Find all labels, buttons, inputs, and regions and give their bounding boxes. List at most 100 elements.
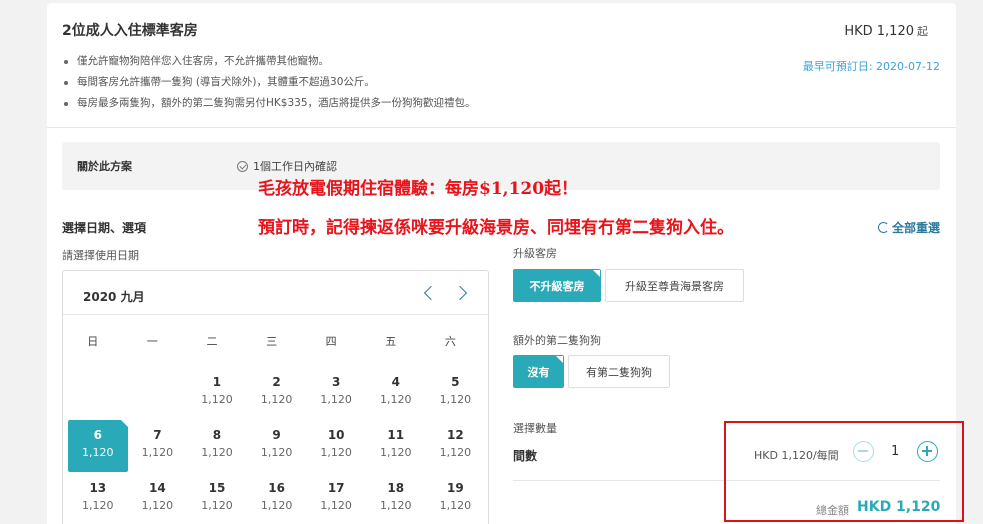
weekday-row: 日 一 二 三 四 五 六 bbox=[63, 333, 488, 349]
day-number: 5 bbox=[451, 375, 460, 389]
day-price: 1,120 bbox=[201, 446, 233, 459]
day-number: 14 bbox=[149, 481, 166, 495]
day-price: 1,120 bbox=[82, 446, 114, 459]
calendar-day[interactable]: 10 1,120 bbox=[306, 420, 366, 472]
day-price: 1,120 bbox=[82, 499, 114, 512]
day-number: 8 bbox=[212, 428, 222, 442]
chevron-left-icon[interactable] bbox=[420, 284, 438, 302]
day-number: 7 bbox=[153, 428, 162, 442]
day-number: 18 bbox=[387, 481, 405, 495]
earliest-date: 最早可預訂日: 2020-07-12 bbox=[802, 60, 940, 73]
room-price-value: HKD 1,120 bbox=[844, 24, 914, 39]
day-price: 1,120 bbox=[320, 446, 352, 459]
weekday: 四 bbox=[325, 335, 337, 348]
calendar-week: 6 1,120 7 1,120 8 1,120 9 1,120 10 1,120 11 1,120 12… bbox=[68, 420, 488, 473]
calendar-empty-cell bbox=[128, 367, 188, 419]
day-price: 1,120 bbox=[260, 393, 293, 406]
weekday: 日 bbox=[87, 335, 99, 348]
promo-note: 預訂時，記得揀返係咪要升級海景房、同埋有冇第二隻狗入住。 bbox=[258, 218, 734, 238]
day-number: 1 bbox=[212, 375, 222, 389]
calendar-header: 2020 九月 bbox=[63, 271, 488, 315]
calendar-day[interactable]: 8 1,120 bbox=[187, 420, 247, 472]
day-number: 16 bbox=[268, 481, 285, 495]
day-price: 1,120 bbox=[141, 499, 174, 512]
day-number: 3 bbox=[331, 375, 341, 389]
calendar-day[interactable]: 11 1,120 bbox=[366, 420, 426, 472]
day-number: 6 bbox=[93, 428, 102, 442]
weekday: 一 bbox=[146, 335, 158, 348]
weekday: 三 bbox=[266, 335, 278, 348]
room-price: HKD 1,120 起 bbox=[844, 23, 928, 39]
no-second-dog-button[interactable]: 沒有 bbox=[513, 355, 564, 388]
reset-all-label: 全部重選 bbox=[891, 221, 940, 235]
room-title: 2位成人入住標準客房 bbox=[62, 23, 198, 39]
day-number: 4 bbox=[391, 375, 400, 389]
room-policy-list: 僅允許寵物狗陪伴您入住客房，不允許攜帶其他寵物。 每間客房允許攜帶一隻狗 (導盲… bbox=[62, 51, 476, 114]
calendar: 2020 九月 日 一 二 三 四 五 六 1 1,120 2 1,120 3 1,120… bbox=[62, 270, 489, 524]
day-number: 13 bbox=[89, 481, 107, 495]
weekday: 五 bbox=[385, 335, 397, 348]
reset-all-button[interactable]: 全部重選 bbox=[877, 219, 940, 236]
refresh-icon bbox=[877, 222, 889, 233]
calendar-month: 2020 九月 bbox=[83, 290, 145, 304]
about-plan-label: 關於此方案 bbox=[77, 160, 132, 173]
date-prompt: 請選擇使用日期 bbox=[62, 249, 139, 262]
day-price: 1,120 bbox=[201, 499, 233, 512]
policy-item: 每房最多兩隻狗，額外的第二隻狗需另付HK$335，酒店將提供多一份狗狗歡迎禮包。 bbox=[62, 93, 476, 114]
day-price: 1,120 bbox=[380, 393, 412, 406]
room-header: 2位成人入住標準客房 HKD 1,120 起 最早可預訂日: 2020-07-12… bbox=[47, 3, 956, 128]
calendar-day[interactable]: 4 1,120 bbox=[366, 367, 426, 419]
calendar-day[interactable]: 19 1,120 bbox=[426, 473, 486, 524]
day-price: 1,120 bbox=[380, 499, 412, 512]
second-dog-label: 額外的第二隻狗狗 bbox=[513, 334, 601, 347]
room-count-label: 間數 bbox=[513, 449, 538, 463]
day-price: 1,120 bbox=[320, 393, 352, 406]
day-number: 2 bbox=[272, 375, 281, 389]
day-number: 9 bbox=[272, 428, 281, 442]
calendar-day[interactable]: 18 1,120 bbox=[366, 473, 426, 524]
quantity-label: 選擇數量 bbox=[513, 422, 557, 435]
chevron-right-icon[interactable] bbox=[453, 284, 471, 302]
day-number: 15 bbox=[208, 481, 226, 495]
weekday: 六 bbox=[444, 335, 456, 348]
calendar-day[interactable]: 15 1,120 bbox=[187, 473, 247, 524]
calendar-day[interactable]: 6 1,120 bbox=[68, 420, 128, 472]
no-upgrade-button[interactable]: 不升級客房 bbox=[513, 269, 601, 302]
calendar-day[interactable]: 13 1,120 bbox=[68, 473, 128, 524]
calendar-days: 1 1,120 2 1,120 3 1,120 4 1,120 5 1,120 6 1,120 7 1,1… bbox=[68, 367, 488, 524]
day-number: 19 bbox=[447, 481, 464, 495]
calendar-day[interactable]: 2 1,120 bbox=[247, 367, 307, 419]
day-number: 11 bbox=[387, 428, 405, 442]
day-price: 1,120 bbox=[260, 499, 293, 512]
calendar-day[interactable]: 3 1,120 bbox=[306, 367, 366, 419]
policy-item: 每間客房允許攜帶一隻狗 (導盲犬除外)，其體重不超過30公斤。 bbox=[62, 72, 476, 93]
day-price: 1,120 bbox=[320, 499, 352, 512]
confirmation-text: 1個工作日內確認 bbox=[253, 160, 337, 173]
calendar-day[interactable]: 14 1,120 bbox=[128, 473, 188, 524]
day-price: 1,120 bbox=[439, 393, 472, 406]
day-price: 1,120 bbox=[439, 446, 472, 459]
day-number: 12 bbox=[447, 428, 464, 442]
day-price: 1,120 bbox=[260, 446, 293, 459]
upgrade-seaview-button[interactable]: 升級至尊貴海景客房 bbox=[605, 269, 744, 302]
calendar-day[interactable]: 5 1,120 bbox=[426, 367, 486, 419]
day-number: 17 bbox=[327, 481, 345, 495]
day-price: 1,120 bbox=[141, 446, 174, 459]
about-plan-value: 1個工作日內確認 bbox=[237, 158, 337, 174]
room-price-suffix: 起 bbox=[917, 25, 928, 38]
promo-headline: 毛孩放電假期住宿體驗：每房$1,120起！ bbox=[258, 179, 579, 199]
calendar-day[interactable]: 9 1,120 bbox=[247, 420, 307, 472]
calendar-day[interactable]: 16 1,120 bbox=[247, 473, 307, 524]
upgrade-label: 升級客房 bbox=[513, 247, 557, 260]
select-section-title: 選擇日期、選項 bbox=[62, 221, 147, 235]
weekday: 二 bbox=[206, 335, 218, 348]
day-price: 1,120 bbox=[439, 499, 472, 512]
calendar-day[interactable]: 1 1,120 bbox=[187, 367, 247, 419]
check-circle-icon bbox=[237, 160, 248, 172]
day-number: 10 bbox=[327, 428, 345, 442]
calendar-empty-cell bbox=[68, 367, 128, 419]
calendar-day[interactable]: 12 1,120 bbox=[426, 420, 486, 472]
calendar-day[interactable]: 7 1,120 bbox=[128, 420, 188, 472]
calendar-day[interactable]: 17 1,120 bbox=[306, 473, 366, 524]
second-dog-button[interactable]: 有第二隻狗狗 bbox=[568, 355, 670, 388]
